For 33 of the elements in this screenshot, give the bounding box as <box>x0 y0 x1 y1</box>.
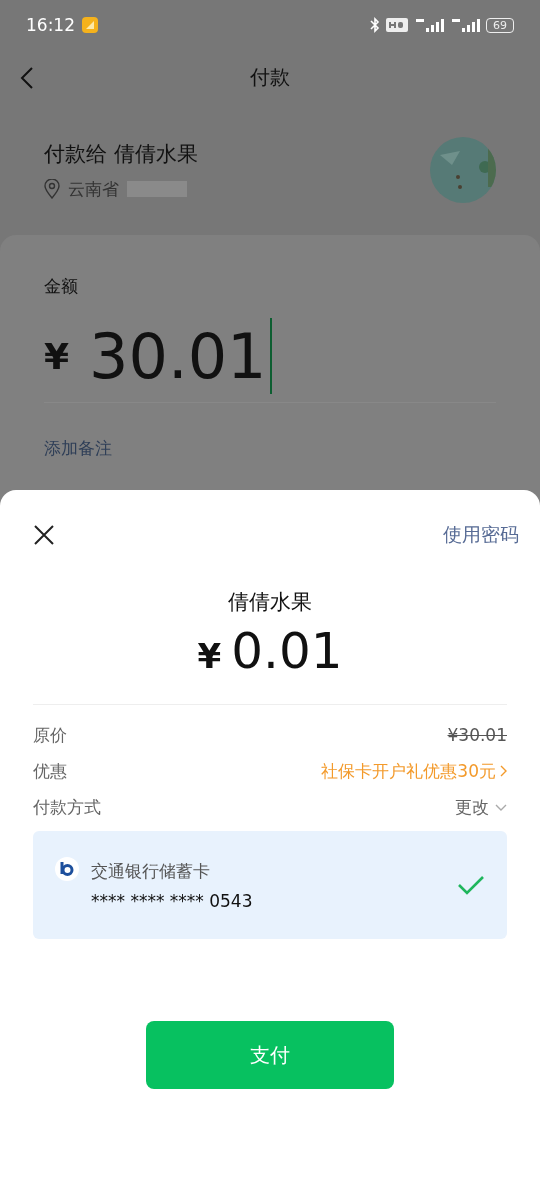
close-icon[interactable] <box>33 524 55 546</box>
address-text: 云南省 <box>68 177 119 201</box>
chevron-down-icon <box>495 803 507 811</box>
use-password-link[interactable]: 使用密码 <box>443 522 519 548</box>
signal-icon <box>414 17 444 33</box>
chevron-right-icon <box>500 765 507 777</box>
battery-indicator: 69 <box>486 17 514 33</box>
page-title: 付款 <box>250 64 290 91</box>
currency-symbol: ¥ <box>197 636 222 676</box>
row-label: 付款方式 <box>33 795 101 819</box>
hd-icon <box>386 17 408 33</box>
amount-label: 金额 <box>44 275 79 298</box>
pay-amount: 0.01 <box>231 622 343 680</box>
bank-logo-icon <box>55 857 79 881</box>
card-name: 交通银行储蓄卡 <box>91 859 211 883</box>
notification-icon <box>81 16 99 34</box>
row-label: 原价 <box>33 723 67 747</box>
amount-input[interactable]: 30.01 <box>89 319 267 393</box>
row-label: 优惠 <box>33 759 67 783</box>
location-icon <box>44 179 60 199</box>
check-icon <box>457 874 485 896</box>
bank-card-option[interactable]: 交通银行储蓄卡 **** **** **** 0543 <box>33 831 507 939</box>
currency-symbol: ¥ <box>44 335 70 377</box>
merchant-title: 付款给 倩倩水果 <box>44 140 198 168</box>
add-note-link[interactable]: 添加备注 <box>44 437 496 460</box>
status-time: 16:12 <box>26 15 75 35</box>
change-button[interactable]: 更改 <box>455 795 507 819</box>
card-number: **** **** **** 0543 <box>91 890 254 911</box>
bluetooth-icon <box>370 17 380 33</box>
merchant-name: 倩倩水果 <box>228 589 312 616</box>
back-icon[interactable] <box>20 65 34 90</box>
signal-icon <box>450 17 480 33</box>
original-price: ¥30.01 <box>447 725 507 745</box>
